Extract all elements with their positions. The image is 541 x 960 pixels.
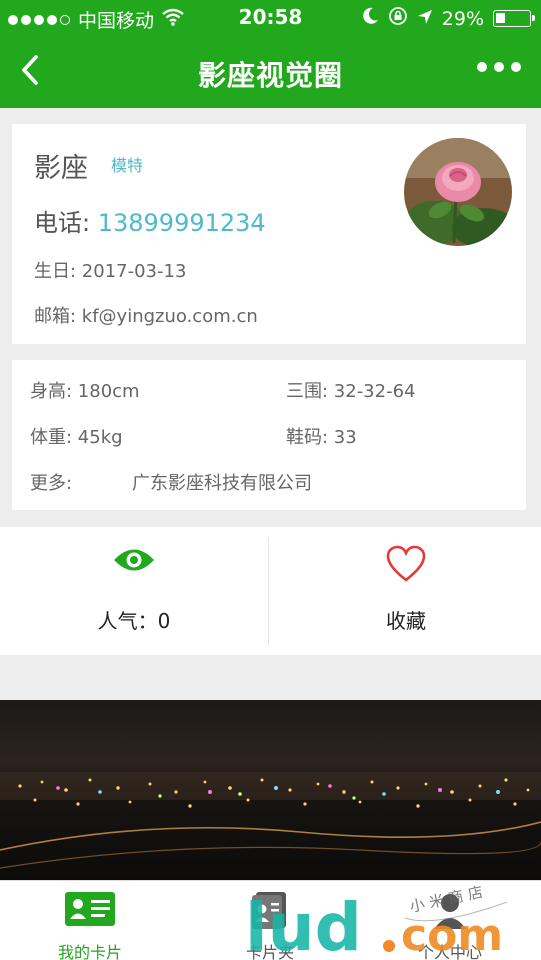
weight-field: 体重: 45kg [30, 427, 123, 448]
card-folder-icon [180, 891, 360, 931]
user-icon [360, 891, 540, 931]
tab-card-folder-label: 卡片夹 [245, 943, 294, 960]
battery-icon [493, 10, 535, 27]
height-field: 身高: 180cm [30, 381, 140, 402]
card-icon [0, 891, 180, 927]
stats-bar: 人气：0 收藏 [0, 527, 541, 655]
status-right: 29% [362, 6, 535, 31]
city-night-photo [0, 700, 541, 880]
battery-percent: 29% [441, 7, 484, 30]
rotation-lock-icon [388, 6, 408, 31]
phone-link[interactable]: 13899991234 [98, 209, 266, 237]
status-bar: 中国移动 20:58 29% [0, 0, 541, 34]
email-row: 邮箱: kf@yingzuo.com.cn [34, 306, 258, 327]
tab-my-card-label: 我的卡片 [57, 943, 122, 960]
shoe-size-field: 鞋码: 33 [286, 427, 357, 448]
birthday-row: 生日: 2017-03-13 [34, 261, 187, 282]
stats-divider [268, 537, 269, 645]
moon-icon [362, 7, 379, 30]
eye-icon [0, 545, 268, 575]
company-name: 广东影座科技有限公司 [132, 473, 312, 494]
tab-profile-label: 个人中心 [417, 943, 482, 960]
profile-role-badge: 模特 [111, 156, 144, 175]
tab-my-card[interactable]: 我的卡片 [0, 881, 180, 960]
favorite-label: 收藏 [386, 609, 426, 633]
profile-card: 影座 模特 电话: 13899991234 生日: 2017-03-13 邮箱:… [12, 124, 526, 344]
profile-name: 影座 [34, 153, 88, 184]
phone-row: 电话: 13899991234 [34, 203, 266, 238]
tab-bar: 我的卡片 卡片夹 个人中心 [0, 880, 541, 960]
phone-label: 电话: [34, 209, 98, 237]
location-arrow-icon [417, 8, 433, 30]
details-card: 身高: 180cm 三围: 32-32-64 体重: 45kg 鞋码: 33 更… [12, 360, 526, 510]
tab-card-folder[interactable]: 卡片夹 [180, 881, 360, 960]
popularity-label: 人气：0 [97, 609, 171, 633]
popularity-stat: 人气：0 [0, 527, 268, 655]
more-label: 更多: [30, 473, 73, 494]
heart-icon [272, 545, 540, 583]
measurements-field: 三围: 32-32-64 [286, 381, 416, 402]
avatar[interactable] [404, 138, 512, 246]
tab-profile[interactable]: 个人中心 [360, 881, 540, 960]
more-dots-icon[interactable] [477, 62, 521, 72]
page-title: 影座视觉圈 [197, 59, 343, 92]
nav-bar: 影座视觉圈 [0, 34, 541, 108]
favorite-button[interactable]: 收藏 [272, 527, 540, 655]
